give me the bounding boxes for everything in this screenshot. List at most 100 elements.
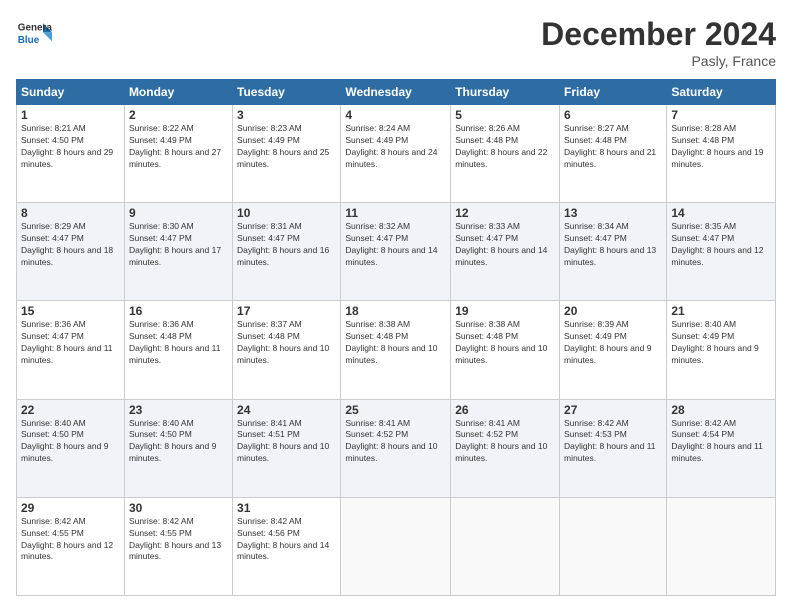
calendar-cell: 9Sunrise: 8:30 AMSunset: 4:47 PMDaylight… [124, 203, 232, 301]
day-info: Sunrise: 8:40 AMSunset: 4:49 PMDaylight:… [671, 319, 771, 367]
calendar-cell: 20Sunrise: 8:39 AMSunset: 4:49 PMDayligh… [560, 301, 667, 399]
calendar-cell [341, 497, 451, 595]
calendar-cell: 24Sunrise: 8:41 AMSunset: 4:51 PMDayligh… [233, 399, 341, 497]
calendar-cell: 18Sunrise: 8:38 AMSunset: 4:48 PMDayligh… [341, 301, 451, 399]
calendar-row: 8Sunrise: 8:29 AMSunset: 4:47 PMDaylight… [17, 203, 776, 301]
calendar-cell: 25Sunrise: 8:41 AMSunset: 4:52 PMDayligh… [341, 399, 451, 497]
calendar-cell: 27Sunrise: 8:42 AMSunset: 4:53 PMDayligh… [560, 399, 667, 497]
title-area: December 2024 Pasly, France [541, 16, 776, 69]
location: Pasly, France [541, 53, 776, 69]
calendar-cell: 23Sunrise: 8:40 AMSunset: 4:50 PMDayligh… [124, 399, 232, 497]
calendar-cell: 7Sunrise: 8:28 AMSunset: 4:48 PMDaylight… [667, 105, 776, 203]
day-number: 13 [564, 206, 662, 220]
calendar-cell: 6Sunrise: 8:27 AMSunset: 4:48 PMDaylight… [560, 105, 667, 203]
day-info: Sunrise: 8:36 AMSunset: 4:47 PMDaylight:… [21, 319, 120, 367]
day-number: 19 [455, 304, 555, 318]
calendar-cell: 11Sunrise: 8:32 AMSunset: 4:47 PMDayligh… [341, 203, 451, 301]
day-number: 23 [129, 403, 228, 417]
svg-text:General: General [18, 22, 52, 33]
day-number: 29 [21, 501, 120, 515]
calendar-cell: 28Sunrise: 8:42 AMSunset: 4:54 PMDayligh… [667, 399, 776, 497]
day-number: 26 [455, 403, 555, 417]
calendar-row: 22Sunrise: 8:40 AMSunset: 4:50 PMDayligh… [17, 399, 776, 497]
day-info: Sunrise: 8:42 AMSunset: 4:53 PMDaylight:… [564, 418, 662, 466]
day-info: Sunrise: 8:27 AMSunset: 4:48 PMDaylight:… [564, 123, 662, 171]
day-info: Sunrise: 8:29 AMSunset: 4:47 PMDaylight:… [21, 221, 120, 269]
day-number: 27 [564, 403, 662, 417]
calendar-cell: 4Sunrise: 8:24 AMSunset: 4:49 PMDaylight… [341, 105, 451, 203]
calendar-cell: 12Sunrise: 8:33 AMSunset: 4:47 PMDayligh… [451, 203, 560, 301]
day-number: 22 [21, 403, 120, 417]
calendar-cell: 16Sunrise: 8:36 AMSunset: 4:48 PMDayligh… [124, 301, 232, 399]
calendar-cell: 30Sunrise: 8:42 AMSunset: 4:55 PMDayligh… [124, 497, 232, 595]
calendar-page: General Blue December 2024 Pasly, France… [0, 0, 792, 612]
calendar-cell: 19Sunrise: 8:38 AMSunset: 4:48 PMDayligh… [451, 301, 560, 399]
day-info: Sunrise: 8:40 AMSunset: 4:50 PMDaylight:… [129, 418, 228, 466]
day-number: 12 [455, 206, 555, 220]
day-info: Sunrise: 8:33 AMSunset: 4:47 PMDaylight:… [455, 221, 555, 269]
logo: General Blue [16, 16, 56, 52]
day-number: 15 [21, 304, 120, 318]
day-number: 20 [564, 304, 662, 318]
header-tuesday: Tuesday [233, 80, 341, 105]
day-info: Sunrise: 8:42 AMSunset: 4:56 PMDaylight:… [237, 516, 336, 564]
month-title: December 2024 [541, 16, 776, 53]
day-info: Sunrise: 8:31 AMSunset: 4:47 PMDaylight:… [237, 221, 336, 269]
day-info: Sunrise: 8:37 AMSunset: 4:48 PMDaylight:… [237, 319, 336, 367]
header-friday: Friday [560, 80, 667, 105]
day-info: Sunrise: 8:41 AMSunset: 4:51 PMDaylight:… [237, 418, 336, 466]
day-info: Sunrise: 8:28 AMSunset: 4:48 PMDaylight:… [671, 123, 771, 171]
calendar-cell: 13Sunrise: 8:34 AMSunset: 4:47 PMDayligh… [560, 203, 667, 301]
day-number: 9 [129, 206, 228, 220]
svg-text:Blue: Blue [18, 35, 40, 46]
header: General Blue December 2024 Pasly, France [16, 16, 776, 69]
calendar-cell [560, 497, 667, 595]
day-number: 11 [345, 206, 446, 220]
day-info: Sunrise: 8:41 AMSunset: 4:52 PMDaylight:… [455, 418, 555, 466]
day-number: 16 [129, 304, 228, 318]
calendar-cell: 26Sunrise: 8:41 AMSunset: 4:52 PMDayligh… [451, 399, 560, 497]
day-info: Sunrise: 8:36 AMSunset: 4:48 PMDaylight:… [129, 319, 228, 367]
day-info: Sunrise: 8:32 AMSunset: 4:47 PMDaylight:… [345, 221, 446, 269]
day-info: Sunrise: 8:38 AMSunset: 4:48 PMDaylight:… [455, 319, 555, 367]
calendar-cell: 15Sunrise: 8:36 AMSunset: 4:47 PMDayligh… [17, 301, 125, 399]
logo-icon: General Blue [16, 16, 52, 52]
day-info: Sunrise: 8:26 AMSunset: 4:48 PMDaylight:… [455, 123, 555, 171]
calendar-cell: 14Sunrise: 8:35 AMSunset: 4:47 PMDayligh… [667, 203, 776, 301]
calendar-cell: 31Sunrise: 8:42 AMSunset: 4:56 PMDayligh… [233, 497, 341, 595]
calendar-cell: 29Sunrise: 8:42 AMSunset: 4:55 PMDayligh… [17, 497, 125, 595]
header-thursday: Thursday [451, 80, 560, 105]
day-number: 25 [345, 403, 446, 417]
day-info: Sunrise: 8:21 AMSunset: 4:50 PMDaylight:… [21, 123, 120, 171]
day-info: Sunrise: 8:34 AMSunset: 4:47 PMDaylight:… [564, 221, 662, 269]
day-number: 3 [237, 108, 336, 122]
calendar-cell: 17Sunrise: 8:37 AMSunset: 4:48 PMDayligh… [233, 301, 341, 399]
header-sunday: Sunday [17, 80, 125, 105]
day-number: 24 [237, 403, 336, 417]
day-info: Sunrise: 8:41 AMSunset: 4:52 PMDaylight:… [345, 418, 446, 466]
day-number: 8 [21, 206, 120, 220]
day-number: 10 [237, 206, 336, 220]
day-info: Sunrise: 8:30 AMSunset: 4:47 PMDaylight:… [129, 221, 228, 269]
day-number: 21 [671, 304, 771, 318]
calendar-cell: 10Sunrise: 8:31 AMSunset: 4:47 PMDayligh… [233, 203, 341, 301]
day-info: Sunrise: 8:39 AMSunset: 4:49 PMDaylight:… [564, 319, 662, 367]
day-number: 28 [671, 403, 771, 417]
day-info: Sunrise: 8:35 AMSunset: 4:47 PMDaylight:… [671, 221, 771, 269]
calendar-cell: 5Sunrise: 8:26 AMSunset: 4:48 PMDaylight… [451, 105, 560, 203]
header-monday: Monday [124, 80, 232, 105]
calendar-cell [451, 497, 560, 595]
day-info: Sunrise: 8:23 AMSunset: 4:49 PMDaylight:… [237, 123, 336, 171]
day-number: 17 [237, 304, 336, 318]
calendar-row: 29Sunrise: 8:42 AMSunset: 4:55 PMDayligh… [17, 497, 776, 595]
day-number: 30 [129, 501, 228, 515]
day-info: Sunrise: 8:24 AMSunset: 4:49 PMDaylight:… [345, 123, 446, 171]
day-number: 6 [564, 108, 662, 122]
day-number: 4 [345, 108, 446, 122]
calendar-cell: 2Sunrise: 8:22 AMSunset: 4:49 PMDaylight… [124, 105, 232, 203]
day-number: 5 [455, 108, 555, 122]
day-number: 14 [671, 206, 771, 220]
day-info: Sunrise: 8:40 AMSunset: 4:50 PMDaylight:… [21, 418, 120, 466]
day-info: Sunrise: 8:38 AMSunset: 4:48 PMDaylight:… [345, 319, 446, 367]
calendar-row: 15Sunrise: 8:36 AMSunset: 4:47 PMDayligh… [17, 301, 776, 399]
